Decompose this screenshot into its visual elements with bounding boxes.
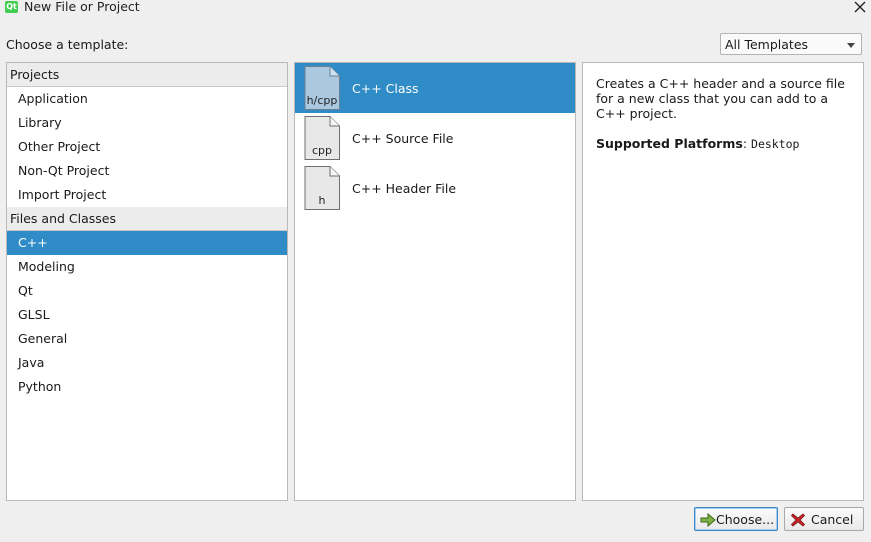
qt-logo-icon: Qt [5, 1, 18, 13]
category-python[interactable]: Python [7, 375, 287, 399]
category-cpp[interactable]: C++ [7, 231, 287, 255]
category-general[interactable]: General [7, 327, 287, 351]
template-cpp-source-file[interactable]: cpp C++ Source File [295, 113, 575, 163]
close-icon[interactable] [851, 0, 869, 16]
cancel-button[interactable]: Cancel [784, 507, 864, 531]
category-non-qt-project[interactable]: Non-Qt Project [7, 159, 287, 183]
category-java[interactable]: Java [7, 351, 287, 375]
group-header-projects: Projects [7, 63, 287, 87]
category-list[interactable]: Projects Application Library Other Proje… [6, 62, 288, 501]
template-label: C++ Header File [352, 181, 457, 196]
window-title: New File or Project [24, 0, 140, 14]
cpp-class-file-icon: h/cpp [304, 66, 340, 110]
template-description: Creates a C++ header and a source file f… [596, 76, 845, 121]
template-cpp-header-file[interactable]: h C++ Header File [295, 163, 575, 213]
chevron-down-icon [847, 43, 855, 48]
cpp-header-file-icon: h [304, 166, 340, 210]
group-header-files-and-classes: Files and Classes [7, 207, 287, 231]
title-bar: Qt New File or Project [0, 0, 871, 20]
arrow-right-icon [700, 512, 716, 528]
category-qt[interactable]: Qt [7, 279, 287, 303]
supported-platforms: Supported Platforms: Desktop [596, 136, 800, 151]
template-filter-dropdown[interactable]: All Templates [720, 33, 862, 55]
template-list[interactable]: h/cpp C++ Class cpp C++ Source File h C+… [294, 62, 576, 501]
svg-text:cpp: cpp [312, 144, 332, 157]
category-other-project[interactable]: Other Project [7, 135, 287, 159]
category-application[interactable]: Application [7, 87, 287, 111]
choose-button[interactable]: Choose... [694, 507, 778, 531]
svg-text:h: h [319, 194, 326, 207]
template-filter-value: All Templates [725, 37, 809, 52]
cpp-source-file-icon: cpp [304, 116, 340, 160]
template-label: C++ Class [352, 81, 419, 96]
svg-text:h/cpp: h/cpp [307, 94, 338, 107]
template-description-panel: Creates a C++ header and a source file f… [582, 62, 864, 501]
template-label: C++ Source File [352, 131, 454, 146]
category-library[interactable]: Library [7, 111, 287, 135]
supported-platforms-value: Desktop [751, 137, 800, 151]
cancel-x-icon [790, 513, 806, 527]
choose-template-label: Choose a template: [6, 37, 129, 52]
category-import-project[interactable]: Import Project [7, 183, 287, 207]
supported-platforms-label: Supported Platforms [596, 136, 743, 151]
template-cpp-class[interactable]: h/cpp C++ Class [295, 63, 575, 113]
category-modeling[interactable]: Modeling [7, 255, 287, 279]
category-glsl[interactable]: GLSL [7, 303, 287, 327]
